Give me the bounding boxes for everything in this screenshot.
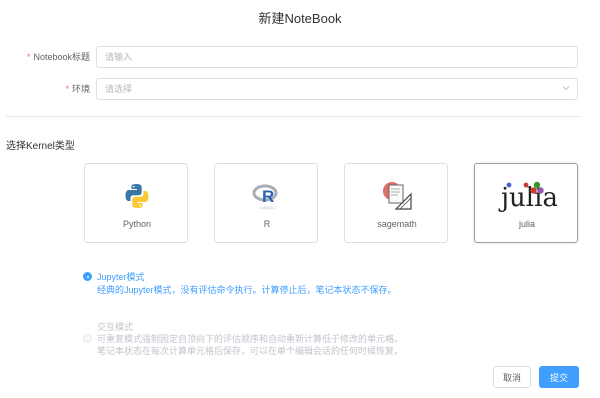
kernel-section-title: 选择Kernel类型 [6, 141, 75, 152]
required-mark: * [65, 84, 69, 94]
kernel-card-sagemath[interactable]: sagemath [344, 163, 448, 243]
interactive-mode-radio[interactable] [83, 334, 92, 343]
jupyter-mode-radio[interactable] [83, 272, 92, 281]
julia-logo-icon: julia [475, 176, 579, 216]
notebook-title-input[interactable] [96, 46, 578, 68]
kernel-card-python[interactable]: Python [84, 163, 188, 243]
environment-select[interactable] [96, 78, 578, 100]
divider [6, 116, 580, 117]
r-logo-icon: R [215, 176, 319, 216]
environment-row: * 环境 [0, 78, 600, 100]
kernel-name: julia [518, 219, 535, 229]
environment-label-text: 环境 [71, 84, 90, 94]
jupyter-mode-option[interactable]: Jupyter模式 经典的Jupyter模式，没有评估命令执行。计算停止后，笔记… [83, 270, 483, 300]
required-mark: * [26, 52, 31, 62]
kernel-card-julia[interactable]: julia julia [474, 163, 578, 243]
svg-text:julia: julia [498, 183, 557, 213]
python-logo-icon [85, 176, 189, 216]
dialog-title: 新建NoteBook [258, 11, 342, 26]
notebook-title-label-text: Notebook标题 [33, 52, 90, 62]
notebook-title-label: * Notebook标题 [27, 50, 90, 63]
kernel-name: R [263, 219, 271, 229]
jupyter-mode-desc: 经典的Jupyter模式，没有评估命令执行。计算停止后，笔记本状态不保存。 [97, 285, 397, 295]
interactive-mode-option[interactable]: 交互模式 可重复模式强制固定自顶向下的评估顺序和自动重新计算低于修改的单元格。 … [83, 320, 503, 360]
cancel-button[interactable]: 取消 [493, 366, 531, 388]
interactive-mode-desc-line1: 可重复模式强制固定自顶向下的评估顺序和自动重新计算低于修改的单元格。 [97, 334, 404, 344]
chevron-down-icon[interactable] [560, 82, 572, 94]
svg-text:R: R [262, 187, 274, 206]
kernel-card-r[interactable]: R R [214, 163, 318, 243]
interactive-mode-title: 交互模式 [97, 322, 134, 332]
kernel-name: sagemath [377, 219, 417, 229]
jupyter-mode-title: Jupyter模式 [97, 272, 145, 282]
environment-label: * 环境 [65, 82, 90, 95]
sagemath-logo-icon [345, 176, 449, 216]
interactive-mode-desc-line2: 笔记本状态在每次计算单元格后保存，可以在单个编辑会话的任何时候恢复。 [97, 346, 404, 356]
kernel-name: Python [122, 219, 152, 229]
submit-button[interactable]: 提交 [539, 366, 579, 388]
notebook-title-row: * Notebook标题 [0, 46, 600, 68]
